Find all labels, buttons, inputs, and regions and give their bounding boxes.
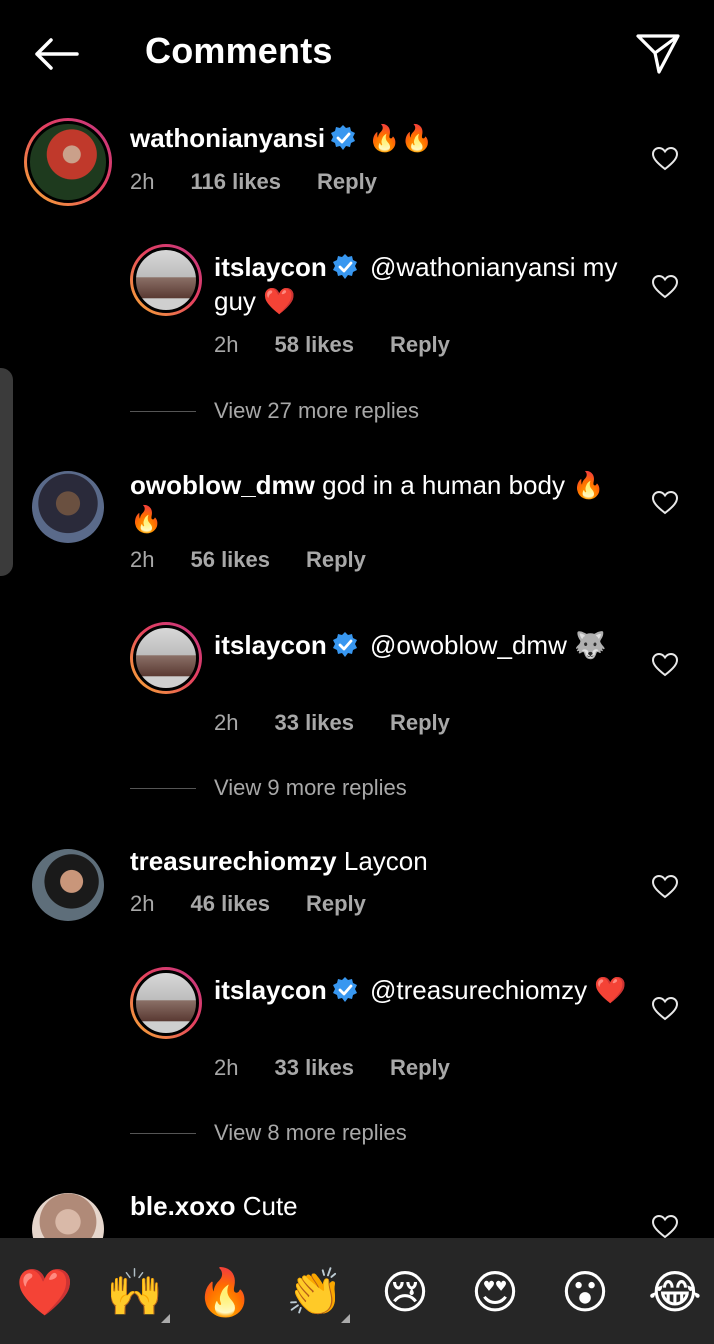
like-heart-icon[interactable]	[652, 653, 678, 677]
divider-line	[130, 787, 196, 789]
fire-emoji-button[interactable]: 🔥	[195, 1262, 255, 1322]
red-heart-emoji-button[interactable]: ❤️	[15, 1262, 75, 1322]
comment-meta: 2h 58 likes Reply	[214, 332, 486, 358]
timestamp: 2h	[130, 169, 155, 194]
heart-eyes-emoji-button[interactable]: 😍	[465, 1262, 525, 1322]
avatar[interactable]	[32, 849, 104, 921]
comment-body: @owoblow_dmw 🐺	[369, 630, 607, 660]
crying-face-emoji-button[interactable]: 😢	[375, 1262, 435, 1322]
view-more-replies[interactable]: View 8 more replies	[130, 1120, 407, 1146]
timestamp: 2h	[214, 710, 239, 735]
like-heart-icon[interactable]	[652, 275, 678, 299]
top-bar: Comments	[0, 0, 714, 106]
username[interactable]: owoblow_dmw	[130, 470, 315, 500]
comment-meta: 2h 33 likes Reply	[214, 1055, 486, 1081]
view-more-label[interactable]: View 27 more replies	[214, 398, 419, 424]
tears-of-joy-emoji-button[interactable]: 😂	[645, 1262, 705, 1322]
comment-text: wathonianyansi 🔥🔥	[130, 121, 630, 155]
like-heart-icon[interactable]	[652, 1215, 678, 1238]
username[interactable]: itslaycon	[214, 630, 327, 660]
comment-text: owoblow_dmw god in a human body 🔥🔥	[130, 468, 610, 536]
skin-tone-indicator-icon	[161, 1314, 170, 1323]
avatar[interactable]	[32, 1193, 104, 1238]
timestamp: 2h	[130, 547, 155, 572]
comment-body: Laycon	[343, 846, 428, 876]
like-heart-icon[interactable]	[652, 147, 678, 171]
comment-meta: 2h 33 likes Reply	[214, 710, 486, 736]
like-heart-icon[interactable]	[652, 997, 678, 1021]
likes-count[interactable]: 46 likes	[190, 891, 270, 916]
reply-button[interactable]: Reply	[390, 710, 450, 735]
avatar[interactable]	[24, 118, 112, 206]
comment-meta: 2h 56 likes Reply	[130, 547, 402, 573]
timestamp: 2h	[214, 332, 239, 357]
reply-button[interactable]: Reply	[390, 1055, 450, 1080]
comment-meta: 2h 46 likes Reply	[130, 891, 402, 917]
verified-badge-icon	[332, 977, 357, 1002]
likes-count[interactable]: 58 likes	[274, 332, 354, 357]
page-title: Comments	[145, 30, 333, 71]
reply-button[interactable]: Reply	[317, 169, 377, 194]
comment-body: 🔥🔥	[368, 123, 434, 153]
avatar[interactable]	[32, 471, 104, 543]
like-heart-icon[interactable]	[652, 875, 678, 899]
comment-body: Cute	[242, 1191, 298, 1221]
divider-line	[130, 1132, 196, 1134]
share-button[interactable]	[632, 28, 684, 80]
comment-meta: 2h 116 likes Reply	[130, 169, 413, 195]
emoji-quick-bar: ❤️ 🙌 🔥 👏 😢 😍 😮 😂	[0, 1238, 714, 1344]
likes-count[interactable]: 116 likes	[190, 169, 281, 194]
skin-tone-indicator-icon	[341, 1314, 350, 1323]
comments-list: wathonianyansi 🔥🔥 2h 116 likes Reply itsla…	[0, 106, 714, 1238]
username[interactable]: treasurechiomzy	[130, 846, 337, 876]
likes-count[interactable]: 33 likes	[274, 710, 354, 735]
divider-line	[130, 410, 196, 412]
likes-count[interactable]: 33 likes	[274, 1055, 354, 1080]
clapping-hands-emoji-button[interactable]: 👏	[285, 1262, 345, 1322]
username[interactable]: itslaycon	[214, 252, 327, 282]
avatar[interactable]	[130, 622, 202, 694]
timestamp: 2h	[130, 891, 155, 916]
likes-count[interactable]: 56 likes	[190, 547, 270, 572]
reply-button[interactable]: Reply	[306, 547, 366, 572]
paper-plane-icon	[636, 34, 680, 74]
view-more-label[interactable]: View 9 more replies	[214, 775, 407, 801]
comment-text: itslaycon @treasurechiomzy ❤️	[214, 973, 634, 1007]
comment-text: treasurechiomzy Laycon	[130, 844, 610, 878]
username[interactable]: itslaycon	[214, 975, 327, 1005]
verified-badge-icon	[332, 632, 357, 657]
raised-hands-emoji-button[interactable]: 🙌	[105, 1262, 165, 1322]
avatar[interactable]	[130, 967, 202, 1039]
back-button[interactable]	[30, 30, 82, 78]
view-more-label[interactable]: View 8 more replies	[214, 1120, 407, 1146]
comment-text: ble.xoxo Cute	[130, 1189, 610, 1223]
verified-badge-icon	[331, 125, 356, 150]
comment-text: itslaycon @wathonianyansi my guy ❤️	[214, 250, 634, 318]
comment-body: @treasurechiomzy ❤️	[369, 975, 627, 1005]
verified-badge-icon	[332, 254, 357, 279]
comment-text: itslaycon @owoblow_dmw 🐺	[214, 628, 634, 662]
username[interactable]: ble.xoxo	[130, 1191, 235, 1221]
surprised-face-emoji-button[interactable]: 😮	[555, 1262, 615, 1322]
view-more-replies[interactable]: View 9 more replies	[130, 775, 407, 801]
view-more-replies[interactable]: View 27 more replies	[130, 398, 419, 424]
timestamp: 2h	[214, 1055, 239, 1080]
back-arrow-icon	[35, 38, 79, 70]
like-heart-icon[interactable]	[652, 491, 678, 515]
avatar[interactable]	[130, 244, 202, 316]
username[interactable]: wathonianyansi	[130, 123, 325, 153]
reply-button[interactable]: Reply	[306, 891, 366, 916]
reply-button[interactable]: Reply	[390, 332, 450, 357]
